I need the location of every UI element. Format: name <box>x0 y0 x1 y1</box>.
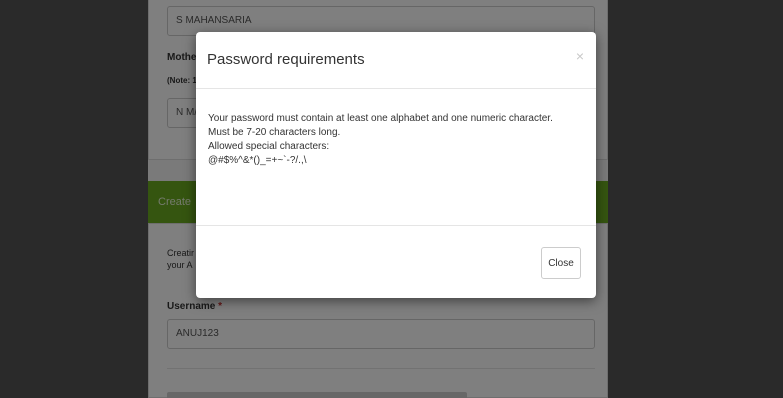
modal-body: Your password must contain at least one … <box>196 90 596 226</box>
modal-title: Password requirements <box>207 51 365 68</box>
modal-header: Password requirements × <box>196 32 596 89</box>
requirement-special-chars: @#$%^&*()_=+~`-?/.,\ <box>208 155 307 166</box>
requirement-length: Must be 7-20 characters long. <box>208 127 341 138</box>
close-icon[interactable]: × <box>576 48 584 64</box>
close-button[interactable]: Close <box>541 247 581 279</box>
password-requirements-modal: Password requirements × Your password mu… <box>196 32 596 298</box>
requirement-special-label: Allowed special characters: <box>208 141 330 152</box>
modal-footer: Close <box>196 227 596 298</box>
requirement-alphanumeric: Your password must contain at least one … <box>208 113 553 124</box>
